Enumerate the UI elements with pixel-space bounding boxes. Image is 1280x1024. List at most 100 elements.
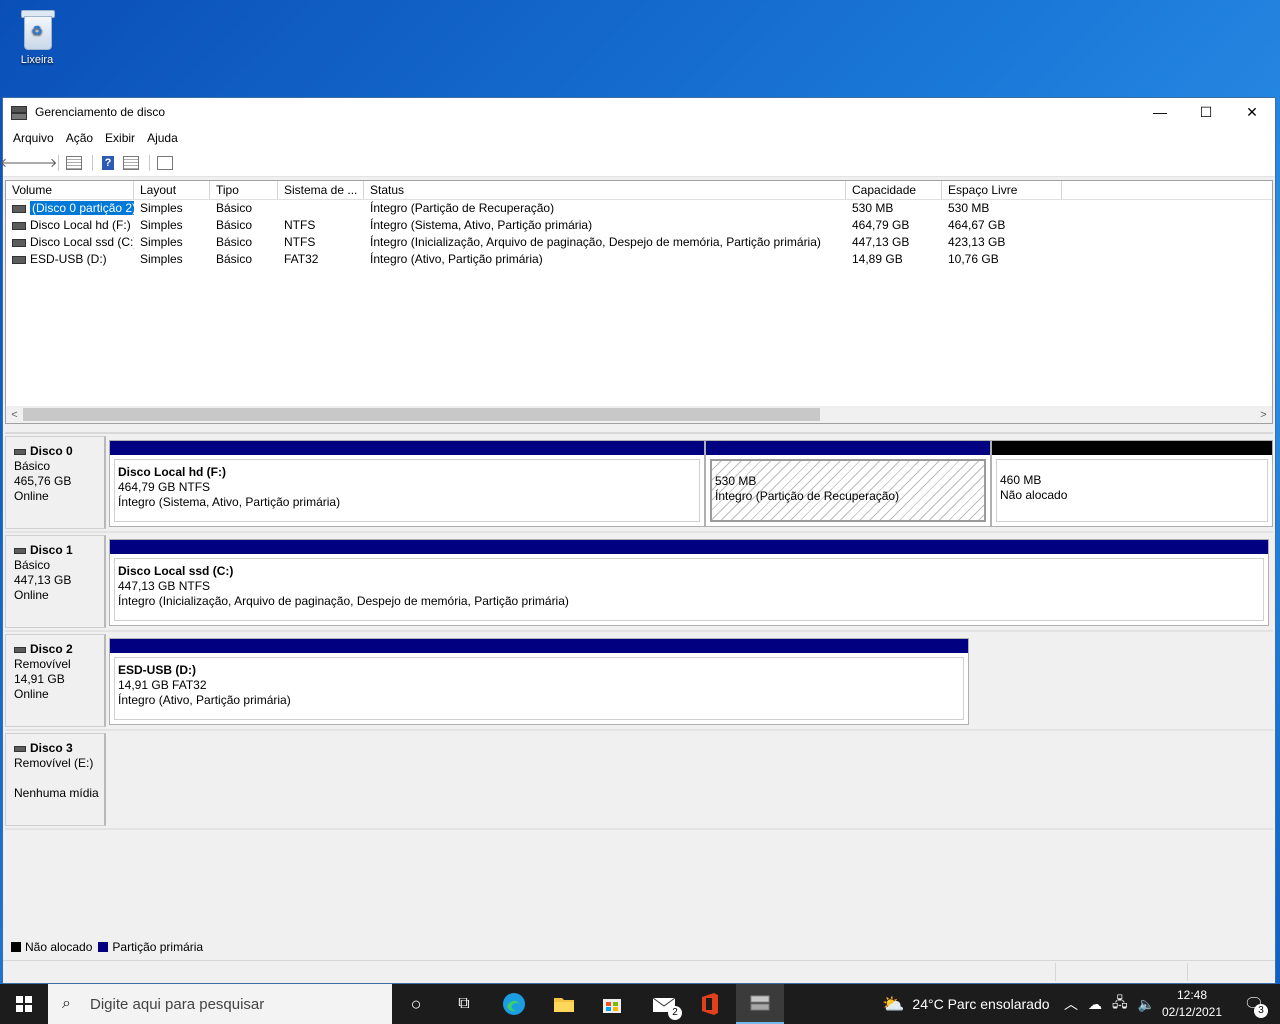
volume-icon [12,238,26,247]
column-free-space[interactable]: Espaço Livre [942,181,1062,199]
console-tree-icon[interactable] [64,154,84,172]
taskbar: ⌕ Digite aqui para pesquisar ○ ⧉ 2 ⛅ 24°… [0,984,1280,1024]
partition-block[interactable]: Disco Local ssd (C:) 447,13 GB NTFS Ínte… [109,539,1269,626]
table-row[interactable]: Disco Local hd (F:) Simples Básico NTFS … [6,217,1272,234]
network-icon[interactable]: 🖧 [1112,992,1128,1016]
unallocated-block[interactable]: 460 MB Não alocado [991,440,1273,527]
volume-icon[interactable]: 🔈 [1138,996,1155,1013]
table-row[interactable]: (Disco 0 partição 2) Simples Básico Ínte… [6,200,1272,217]
minimize-button[interactable]: — [1137,98,1183,126]
capacity-cell: 464,79 GB [852,218,910,232]
toolbar-separator [58,155,59,171]
volume-cell: ESD-USB (D:) [6,251,134,268]
status-pane [1055,963,1188,981]
disk-graphical-view: Disco 0 Básico 465,76 GB Online Disco Lo… [5,432,1273,931]
layout-cell: Simples [140,252,183,266]
disk-state: Online [14,687,49,701]
column-volume[interactable]: Volume [6,181,134,199]
scroll-right-icon[interactable]: > [1255,409,1272,421]
capacity-cell: 530 MB [852,201,894,215]
status-cell: Íntegro (Ativo, Partição primária) [370,252,543,266]
store-icon[interactable] [592,984,632,1024]
start-button[interactable] [0,984,48,1024]
disk-type: Básico [14,459,51,473]
column-capacity[interactable]: Capacidade [846,181,942,199]
column-filesystem[interactable]: Sistema de ... [278,181,364,199]
partition-status: Não alocado [1000,488,1068,502]
free-space-cell: 10,76 GB [948,252,999,266]
volume-icon [12,204,26,213]
toolbar: 🡐 🡒 ? [0,150,1275,177]
clock[interactable]: 12:48 02/12/2021 [1158,987,1226,1021]
mail-badge: 2 [668,1006,682,1020]
close-button[interactable]: ✕ [1229,98,1275,126]
partition-block[interactable]: 530 MB Íntegro (Partição de Recuperação) [705,440,991,527]
partition-name: ESD-USB (D:) [118,663,196,677]
disk-icon [14,547,26,554]
partition-block[interactable]: Disco Local hd (F:) 464,79 GB NTFS Ínteg… [109,440,705,527]
forward-arrow-icon[interactable]: 🡒 [23,154,58,172]
filesystem-cell: FAT32 [284,252,319,266]
volume-cell: Disco Local hd (F:) [6,217,134,234]
weather-widget[interactable]: ⛅ 24°C Parc ensolarado [882,984,1050,1024]
disk-type: Básico [14,558,51,572]
status-cell: Íntegro (Inicialização, Arquivo de pagin… [370,235,821,249]
table-row[interactable]: ESD-USB (D:) Simples Básico FAT32 Íntegr… [6,251,1272,268]
primary-partition-bar [110,441,704,455]
volume-name: Disco Local hd (F:) [30,218,131,232]
onedrive-cloud-icon[interactable]: ☁ [1088,996,1102,1013]
menu-bar: Arquivo Ação Exibir Ajuda [3,126,1275,150]
chevron-up-icon[interactable]: ︿ [1064,994,1078,1014]
column-layout[interactable]: Layout [134,181,210,199]
disk-label[interactable]: Disco 0 Básico 465,76 GB Online [5,436,106,529]
disk-row-1: Disco 1 Básico 447,13 GB Online Disco Lo… [5,533,1273,632]
disk-management-app-icon [11,105,27,120]
file-explorer-icon[interactable] [544,984,584,1024]
disk-label[interactable]: Disco 2 Removível 14,91 GB Online [5,634,106,727]
primary-swatch [98,942,109,952]
unallocated-swatch [11,942,21,952]
layout-cell: Simples [140,201,183,215]
office-icon[interactable] [690,984,730,1024]
help-icon[interactable]: ? [98,154,118,172]
horizontal-scrollbar[interactable]: < > [6,406,1272,423]
disk-state: Online [14,588,49,602]
cortana-icon[interactable]: ○ [396,984,436,1024]
partition-block[interactable]: ESD-USB (D:) 14,91 GB FAT32 Íntegro (Ati… [109,638,969,725]
menu-acao[interactable]: Ação [60,131,99,145]
disk-type: Removível [14,657,71,671]
tipo-cell: Básico [216,252,253,266]
system-tray: ︿ ☁ 🖧 🔈 [1064,984,1155,1024]
partition-size: 530 MB [715,474,757,488]
disk-size: 465,76 GB [14,474,72,488]
menu-arquivo[interactable]: Arquivo [7,131,60,145]
recycle-bin-shortcut[interactable]: ♻ Lixeira [8,6,66,66]
scroll-left-icon[interactable]: < [6,409,23,421]
table-row[interactable]: Disco Local ssd (C:) Simples Básico NTFS… [6,234,1272,251]
task-view-icon[interactable]: ⧉ [444,984,484,1024]
volume-list-header: Volume Layout Tipo Sistema de ... Status… [6,181,1272,200]
action-pane-icon[interactable] [155,154,175,172]
column-tipo[interactable]: Tipo [210,181,278,199]
disk-label[interactable]: Disco 3 Removível (E:) Nenhuma mídia [5,733,106,826]
notification-center-icon[interactable]: 🗨 3 [1232,984,1276,1024]
menu-exibir[interactable]: Exibir [99,131,141,145]
volume-name: Disco Local ssd (C:) [30,235,134,249]
edge-browser-icon[interactable] [494,984,534,1024]
scroll-thumb[interactable] [23,408,820,421]
maximize-button[interactable]: ☐ [1183,98,1229,126]
menu-ajuda[interactable]: Ajuda [141,131,184,145]
partition-info: ESD-USB (D:) 14,91 GB FAT32 Íntegro (Ati… [114,657,964,720]
disk-management-task-icon[interactable] [736,984,784,1024]
properties-grid-icon[interactable] [121,154,141,172]
mail-icon[interactable]: 2 [642,984,686,1024]
column-status[interactable]: Status [364,181,846,199]
partition-size: 14,91 GB FAT32 [118,678,207,692]
title-bar[interactable]: Gerenciamento de disco — ☐ ✕ [3,98,1275,126]
taskbar-search-box[interactable]: ⌕ Digite aqui para pesquisar [48,984,392,1024]
disk-label[interactable]: Disco 1 Básico 447,13 GB Online [5,535,106,628]
window-title: Gerenciamento de disco [35,105,166,119]
scroll-track[interactable] [23,406,1255,423]
toolbar-separator [92,155,93,171]
status-cell: Íntegro (Sistema, Ativo, Partição primár… [370,218,593,232]
